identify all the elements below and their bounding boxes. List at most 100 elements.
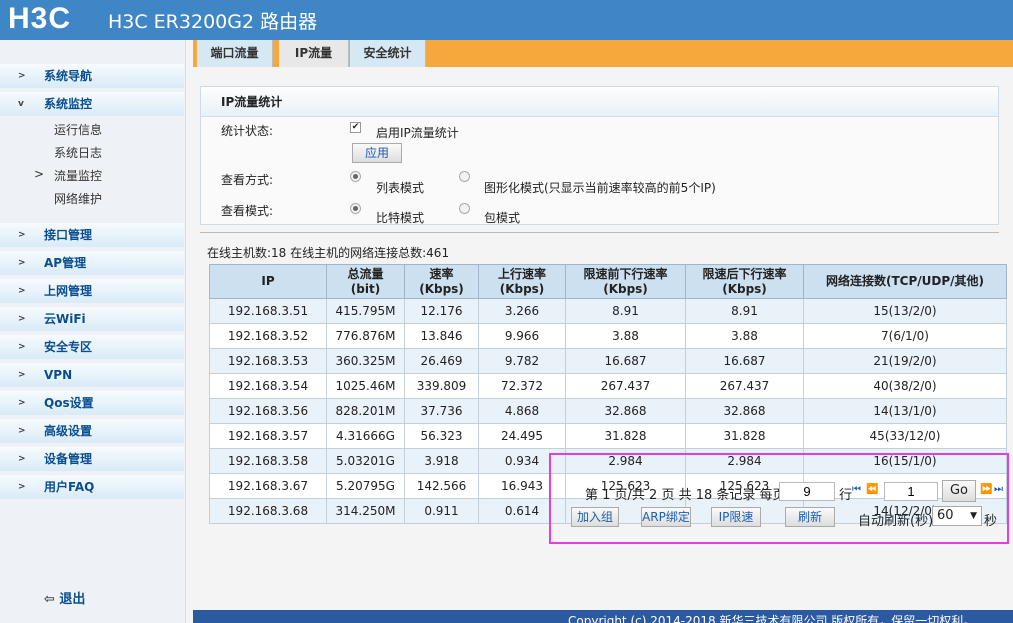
table-cell: 40(38/2/0) xyxy=(803,373,1007,399)
refresh-interval-select[interactable]: 60 ▼ xyxy=(932,506,982,526)
sidebar-sub-syslog[interactable]: 系统日志 xyxy=(54,144,102,161)
header-text: (Kbps) xyxy=(419,281,464,296)
sidebar-item-monitor[interactable]: v 系统监控 xyxy=(0,92,184,116)
sidebar-item-cloudwifi[interactable]: > 云WiFi xyxy=(0,307,184,331)
arp-bind-button[interactable]: ARP绑定 xyxy=(641,507,691,527)
column-header[interactable]: IP xyxy=(209,264,327,299)
apply-button[interactable]: 应用 xyxy=(352,143,402,163)
table-cell: 16.687 xyxy=(565,348,686,374)
expand-icon: > xyxy=(18,370,26,380)
first-page-icon[interactable]: ⏮ xyxy=(852,484,861,495)
page-info: 第 1 页/共 2 页 共 18 条记录 每页 xyxy=(585,488,786,503)
rows-unit: 行 xyxy=(839,488,853,503)
table-cell: 7(6/1/0) xyxy=(803,323,1007,349)
sidebar-item-security[interactable]: > 安全专区 xyxy=(0,335,184,359)
table-cell: 192.168.3.57 xyxy=(209,423,327,449)
table-cell: 9.966 xyxy=(478,323,566,349)
header-text: 网络连接数(TCP/UDP/其他) xyxy=(825,274,985,288)
header-text: (Kbps) xyxy=(722,281,767,296)
prev-page-icon[interactable]: ⏪ xyxy=(866,484,878,495)
tab-security-stats[interactable]: 安全统计 xyxy=(350,40,426,67)
logout-link[interactable]: ⇦ 退出 xyxy=(44,588,85,607)
sidebar-item-internet[interactable]: > 上网管理 xyxy=(0,279,184,303)
header-text: 上行速率 xyxy=(497,266,546,281)
table-row[interactable]: 192.168.3.52 776.876M 13.846 9.966 3.88 3.88 7… xyxy=(209,323,1007,349)
table-row[interactable]: 192.168.3.57 4.31666G 56.323 24.495 31.828 31… xyxy=(209,423,1007,449)
bit-mode-radio[interactable] xyxy=(350,203,361,214)
table-cell: 314.250M xyxy=(326,498,405,524)
column-header[interactable]: 限速前下行速率 (Kbps) xyxy=(565,264,686,299)
label: 高级设置 xyxy=(44,424,93,438)
table-row[interactable]: 192.168.3.53 360.325M 26.469 9.782 16.687 16.… xyxy=(209,348,1007,374)
table-cell: 56.323 xyxy=(404,423,479,449)
tab-port-traffic[interactable]: 端口流量 xyxy=(197,40,273,67)
sidebar-item-advanced[interactable]: > 高级设置 xyxy=(0,419,184,443)
sidebar-item-faq[interactable]: > 用户FAQ xyxy=(0,475,184,499)
header-text: (Kbps) xyxy=(499,281,545,296)
page-input[interactable] xyxy=(884,482,938,501)
label: AP管理 xyxy=(44,256,87,270)
list-mode-radio[interactable] xyxy=(350,171,361,182)
table-cell: 828.201M xyxy=(326,398,405,424)
expand-icon: > xyxy=(18,286,26,296)
packet-mode-radio[interactable] xyxy=(459,203,470,214)
table-cell: 12.176 xyxy=(404,298,479,324)
online-summary: 在线主机数:18 在线主机的网络连接总数:461 xyxy=(207,246,450,260)
enable-checkbox[interactable]: ✔ xyxy=(350,122,361,133)
go-button[interactable]: Go xyxy=(942,480,976,502)
sidebar-item-interface[interactable]: > 接口管理 xyxy=(0,223,184,247)
per-page-input[interactable] xyxy=(779,482,835,501)
pagination-bar: 第 1 页/共 2 页 共 18 条记录 每页 行 ⏮ ⏪ Go ⏩ ⏭ 加入组… xyxy=(549,453,1009,544)
table-cell: 0.911 xyxy=(404,498,479,524)
graph-mode-label: 图形化模式(只显示当前速率较高的前5个IP) xyxy=(484,181,716,195)
table-cell: 24.495 xyxy=(478,423,566,449)
graph-mode-radio[interactable] xyxy=(459,171,470,182)
sidebar-item-ap[interactable]: > AP管理 xyxy=(0,251,184,275)
expand-icon: > xyxy=(18,454,26,464)
last-page-icon[interactable]: ⏭ xyxy=(994,484,1003,495)
expand-icon: > xyxy=(18,398,26,408)
stat-status-label: 统计状态: xyxy=(221,124,274,138)
table-cell: 192.168.3.58 xyxy=(209,448,327,474)
next-page-icon[interactable]: ⏩ xyxy=(980,484,992,495)
sidebar-item-qos[interactable]: > Qos设置 xyxy=(0,391,184,415)
sidebar-sub-traffic[interactable]: 流量监控 xyxy=(54,167,102,184)
table-cell: 45(33/12/0) xyxy=(803,423,1007,449)
refresh-button[interactable]: 刷新 xyxy=(785,507,835,527)
table-cell: 21(19/2/0) xyxy=(803,348,1007,374)
column-header[interactable]: 上行速率 (Kbps) xyxy=(478,264,566,299)
column-header[interactable]: 速率 (Kbps) xyxy=(404,264,479,299)
table-row[interactable]: 192.168.3.51 415.795M 12.176 3.266 8.91 8.91 1… xyxy=(209,298,1007,324)
sidebar: > 系统导航 v 系统监控 运行信息 系统日志 > 流量监控 网络维护 > 接口管理 … xyxy=(0,40,186,623)
ip-limit-button[interactable]: IP限速 xyxy=(711,507,761,527)
sidebar-item-nav[interactable]: > 系统导航 xyxy=(0,64,184,88)
bit-mode-label: 比特模式 xyxy=(376,211,425,225)
table-cell: 31.828 xyxy=(685,423,804,449)
table-row[interactable]: 192.168.3.54 1025.46M 339.809 72.372 267.437… xyxy=(209,373,1007,399)
table-cell: 32.868 xyxy=(685,398,804,424)
table-cell: 32.868 xyxy=(565,398,686,424)
add-group-button[interactable]: 加入组 xyxy=(571,507,619,527)
table-cell: 37.736 xyxy=(404,398,479,424)
sidebar-item-vpn[interactable]: > VPN xyxy=(0,363,184,387)
table-cell: 776.876M xyxy=(326,323,405,349)
column-header[interactable]: 限速后下行速率 (Kbps) xyxy=(685,264,804,299)
view-method-label: 查看方式: xyxy=(221,173,274,187)
table-row[interactable]: 192.168.3.56 828.201M 37.736 4.868 32.868 32.… xyxy=(209,398,1007,424)
label: 安全专区 xyxy=(44,340,93,354)
table-cell: 13.846 xyxy=(404,323,479,349)
enable-label: 启用IP流量统计 xyxy=(376,126,459,140)
header: H3C H3C ER3200G2 路由器 xyxy=(0,0,1013,40)
column-header[interactable]: 总流量 (bit) xyxy=(326,264,405,299)
column-header[interactable]: 网络连接数(TCP/UDP/其他) xyxy=(803,264,1007,299)
sidebar-item-device[interactable]: > 设备管理 xyxy=(0,447,184,471)
tab-ip-traffic[interactable]: IP流量 xyxy=(279,40,349,67)
table-cell: 192.168.3.67 xyxy=(209,473,327,499)
chevron-down-icon: ▼ xyxy=(970,511,977,521)
header-text: 速率 xyxy=(429,266,454,281)
table-cell: 192.168.3.51 xyxy=(209,298,327,324)
sidebar-sub-netmaint[interactable]: 网络维护 xyxy=(54,190,102,207)
sidebar-sub-runinfo[interactable]: 运行信息 xyxy=(54,121,102,138)
table-cell: 31.828 xyxy=(565,423,686,449)
header-text: IP xyxy=(261,274,275,288)
